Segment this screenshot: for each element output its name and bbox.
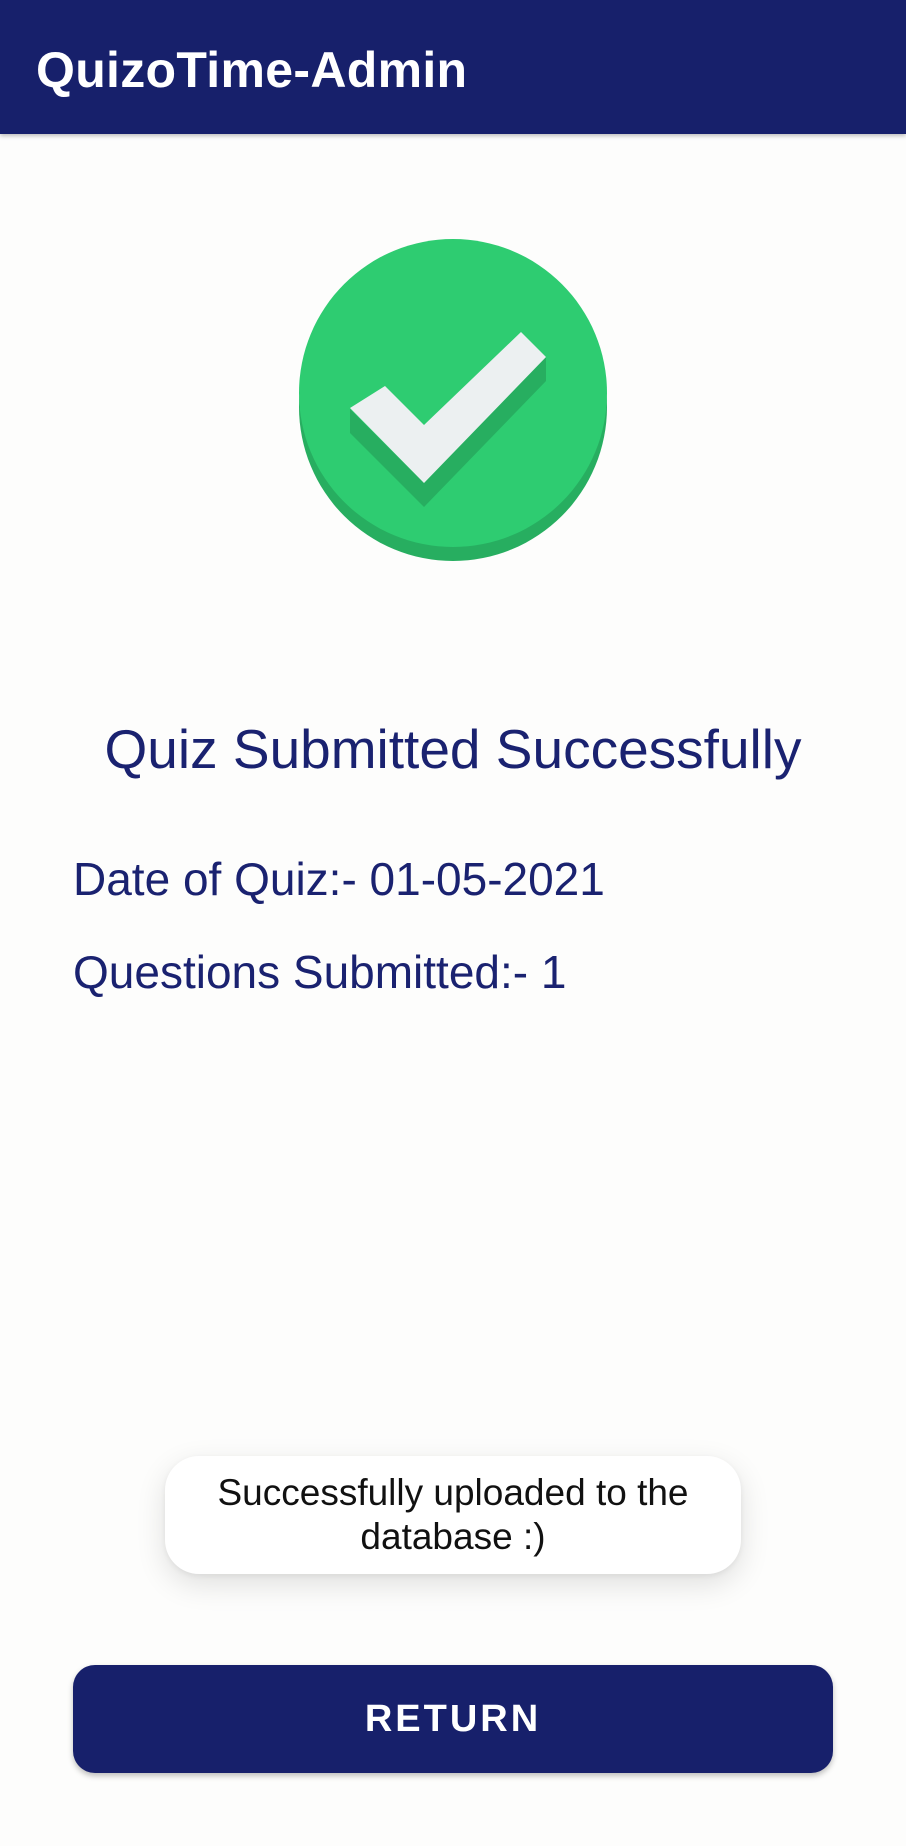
app-title: QuizoTime-Admin xyxy=(36,42,468,98)
return-button[interactable]: RETURN xyxy=(73,1665,833,1773)
submission-heading: Quiz Submitted Successfully xyxy=(104,718,802,780)
toast-message: Successfully uploaded to the database :) xyxy=(165,1456,741,1574)
app-bar: QuizoTime-Admin xyxy=(0,0,906,134)
return-button-label: RETURN xyxy=(364,1697,542,1740)
questions-submitted-text: Questions Submitted:- 1 xyxy=(73,946,567,998)
quiz-date-text: Date of Quiz:- 01-05-2021 xyxy=(73,853,605,905)
toast-text: Successfully uploaded to the database :) xyxy=(217,1472,689,1557)
check-circle-icon xyxy=(297,237,609,563)
